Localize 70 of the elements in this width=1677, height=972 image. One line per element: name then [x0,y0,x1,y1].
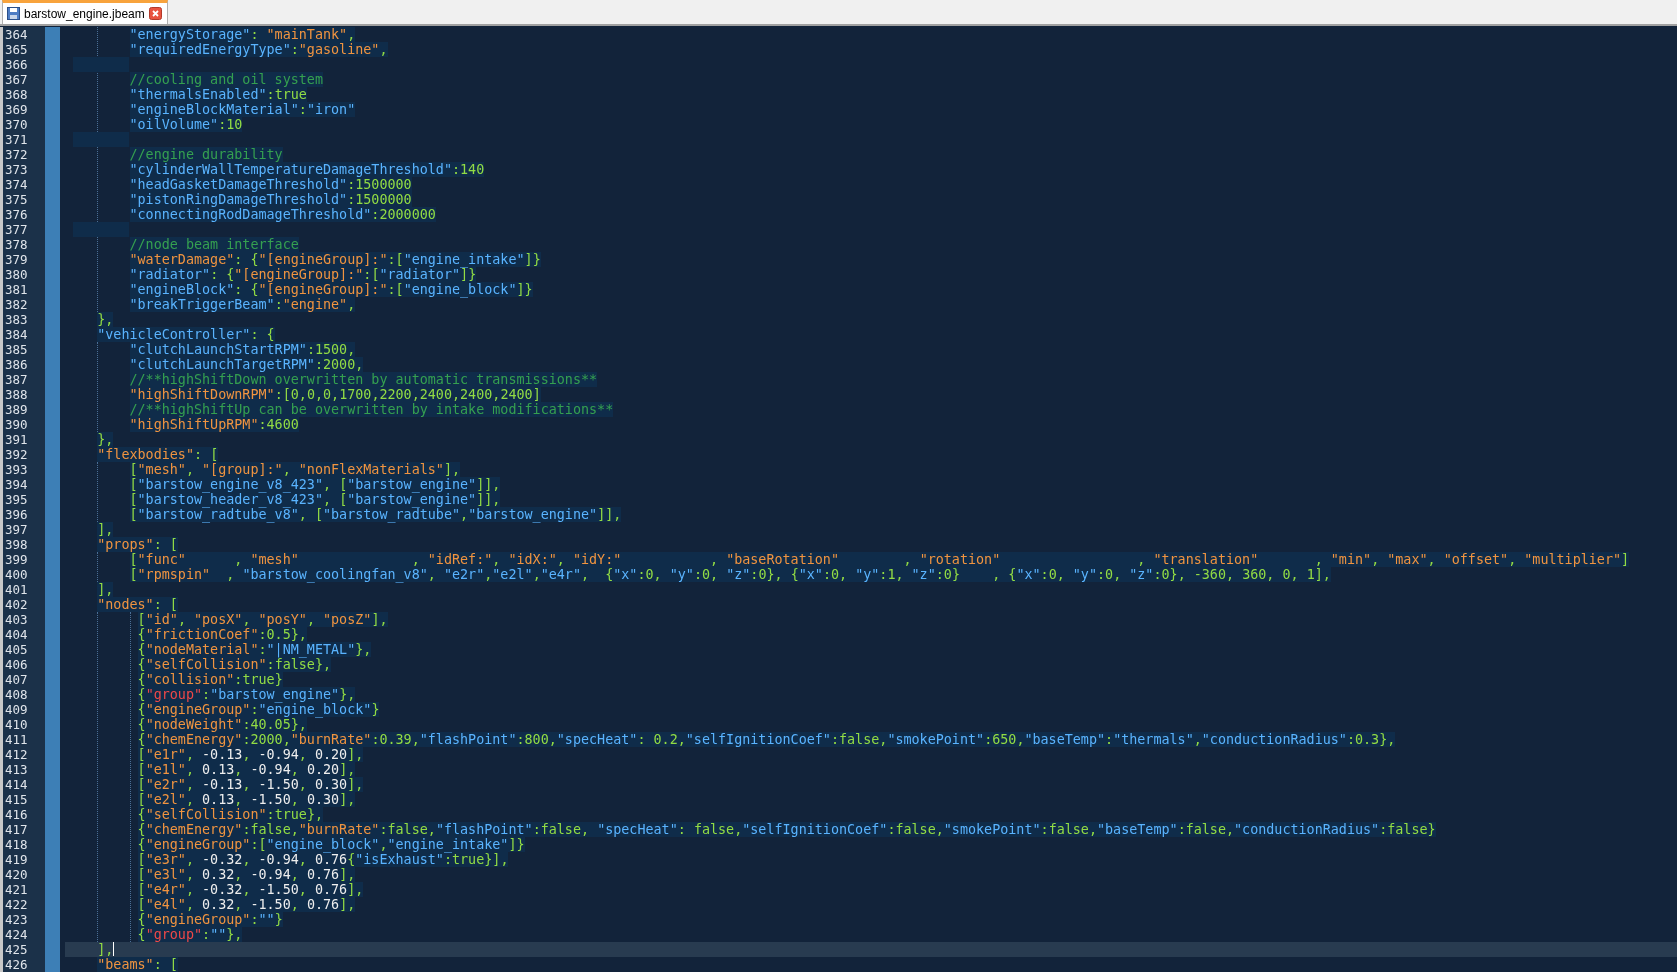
save-icon [7,7,20,20]
line-number: 383 [4,312,29,327]
line-number: 405 [4,642,29,657]
line-number: 424 [4,927,29,942]
line-number: 386 [4,357,29,372]
line-number: 378 [4,237,29,252]
line-number: 373 [4,162,29,177]
line-number: 365 [4,42,29,57]
line-number: 364 [4,27,29,42]
line-number: 374 [4,177,29,192]
line-number: 371 [4,132,29,147]
line-number: 391 [4,432,29,447]
line-number: 381 [4,282,29,297]
line-number: 400 [4,567,29,582]
line-number: 406 [4,657,29,672]
line-number: 385 [4,342,29,357]
line-number: 394 [4,477,29,492]
close-icon[interactable] [148,7,162,20]
line-number: 382 [4,297,29,312]
line-number: 392 [4,447,29,462]
line-number: 408 [4,687,29,702]
line-number: 367 [4,72,29,87]
line-number: 370 [4,117,29,132]
line-number: 419 [4,852,29,867]
line-number: 387 [4,372,29,387]
line-number: 393 [4,462,29,477]
line-number: 412 [4,747,29,762]
line-number: 409 [4,702,29,717]
selection-highlight [73,222,129,237]
file-tab[interactable]: barstow_engine.jbeam [2,0,168,24]
line-number: 389 [4,402,29,417]
line-number: 410 [4,717,29,732]
line-number: 375 [4,192,29,207]
line-number: 402 [4,597,29,612]
line-number: 368 [4,87,29,102]
line-number: 418 [4,837,29,852]
line-number: 397 [4,522,29,537]
line-number: 380 [4,267,29,282]
line-number: 396 [4,507,29,522]
line-number: 399 [4,552,29,567]
line-number: 413 [4,762,29,777]
line-number: 384 [4,327,29,342]
line-number: 417 [4,822,29,837]
text-cursor [113,942,115,956]
line-number: 372 [4,147,29,162]
line-number: 407 [4,672,29,687]
line-number: 401 [4,582,29,597]
line-number: 426 [4,957,29,972]
line-number: 414 [4,777,29,792]
selection-highlight [73,57,129,72]
line-number: 420 [4,867,29,882]
line-number: 422 [4,897,29,912]
line-number: 376 [4,207,29,222]
line-number: 366 [4,57,29,72]
line-number: 395 [4,492,29,507]
line-number: 377 [4,222,29,237]
line-number: 411 [4,732,29,747]
line-number: 388 [4,387,29,402]
selection-highlight [73,132,129,147]
line-number: 403 [4,612,29,627]
line-number: 369 [4,102,29,117]
line-number: 423 [4,912,29,927]
line-number: 390 [4,417,29,432]
line-number: 404 [4,627,29,642]
line-number: 425 [4,942,29,957]
line-number: 421 [4,882,29,897]
line-number: 398 [4,537,29,552]
line-number: 416 [4,807,29,822]
line-number: 415 [4,792,29,807]
line-number: 379 [4,252,29,267]
